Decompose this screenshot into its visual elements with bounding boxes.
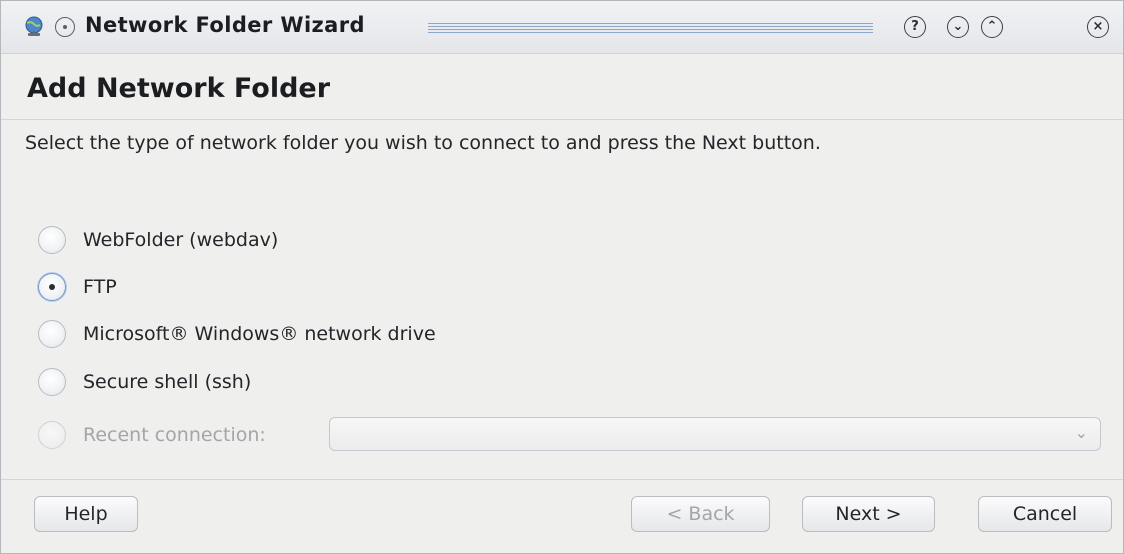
chevron-down-icon: ⌄ xyxy=(1074,423,1088,442)
ssh-radio[interactable] xyxy=(38,368,66,396)
ftp-label[interactable]: FTP xyxy=(83,276,117,298)
recent-connection-combo: ⌄ xyxy=(329,417,1101,451)
footer-divider xyxy=(1,479,1123,480)
close-icon[interactable]: × xyxy=(1087,16,1109,38)
option-webdav[interactable]: WebFolder (webdav) xyxy=(38,225,278,255)
recent-connection-label: Recent connection: xyxy=(83,424,266,446)
webdav-label[interactable]: WebFolder (webdav) xyxy=(83,229,278,251)
cancel-button[interactable]: Cancel xyxy=(978,496,1112,532)
windows-network-drive-label[interactable]: Microsoft® Windows® network drive xyxy=(83,323,436,345)
maximize-icon[interactable]: ⌃ xyxy=(981,16,1003,38)
help-icon[interactable]: ? xyxy=(904,16,926,38)
minimize-icon[interactable]: ⌄ xyxy=(947,16,969,38)
wizard-window: Network Folder Wizard ? ⌄ ⌃ × Add Networ… xyxy=(0,0,1124,554)
title-bar-decoration xyxy=(428,23,873,33)
title-bar[interactable]: Network Folder Wizard ? ⌄ ⌃ × xyxy=(1,1,1123,54)
window-title: Network Folder Wizard xyxy=(85,13,365,37)
instructions-text: Select the type of network folder you wi… xyxy=(25,132,821,154)
recent-connection-radio xyxy=(38,421,66,449)
network-globe-icon[interactable] xyxy=(23,16,45,38)
help-button[interactable]: Help xyxy=(34,496,138,532)
webdav-radio[interactable] xyxy=(38,226,66,254)
option-ftp[interactable]: FTP xyxy=(38,272,117,302)
windows-network-drive-radio[interactable] xyxy=(38,320,66,348)
header-divider xyxy=(1,119,1123,120)
option-recent-connection: Recent connection: xyxy=(38,420,266,450)
option-ssh[interactable]: Secure shell (ssh) xyxy=(38,367,251,397)
ftp-radio[interactable] xyxy=(38,273,66,301)
back-button: < Back xyxy=(631,496,770,532)
next-button[interactable]: Next > xyxy=(802,496,935,532)
option-windows-network-drive[interactable]: Microsoft® Windows® network drive xyxy=(38,319,436,349)
page-title: Add Network Folder xyxy=(27,73,331,104)
sticky-button[interactable] xyxy=(55,17,75,37)
ssh-label[interactable]: Secure shell (ssh) xyxy=(83,371,251,393)
